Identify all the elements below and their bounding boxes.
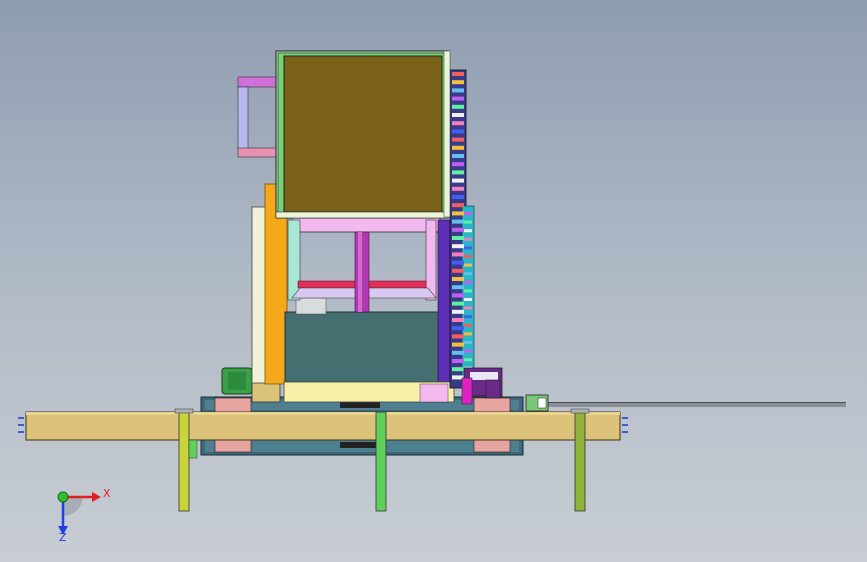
chain-link [464, 298, 472, 301]
chain-link [452, 121, 464, 126]
chain-link [452, 96, 464, 101]
chain-link [452, 113, 464, 117]
chain-link [464, 306, 472, 310]
chain-link [452, 137, 464, 142]
chain-link [464, 246, 472, 250]
chain-link [452, 252, 464, 257]
chain-link [464, 289, 472, 293]
chain-link [452, 145, 464, 150]
chain-link [452, 301, 464, 306]
chain-link [464, 358, 472, 362]
chain-link [452, 186, 464, 191]
coordinate-triad: X Z [57, 487, 111, 544]
chain-link [464, 315, 472, 319]
chain-link [452, 342, 464, 347]
chain-link [452, 72, 464, 76]
chain-link [464, 255, 472, 258]
chain-link [452, 211, 464, 216]
chain-link [452, 367, 464, 372]
chain-link [464, 323, 472, 327]
chain-link [452, 359, 464, 363]
x-axis-arrowhead [92, 492, 101, 502]
chain-link [452, 318, 464, 322]
chain-link [452, 219, 464, 224]
base-beam [18, 411, 628, 441]
chain-link [452, 178, 464, 183]
chain-link [464, 280, 472, 284]
chain-link [452, 203, 464, 208]
chain-link [464, 349, 472, 353]
chain-link [464, 272, 472, 276]
chain-link [452, 334, 464, 339]
chain-link [452, 309, 464, 314]
chain-link [452, 170, 464, 175]
chain-link [464, 220, 472, 224]
chain-link [452, 260, 464, 265]
chain-link [452, 88, 464, 93]
chain-link [464, 237, 472, 241]
chain-link [452, 326, 464, 331]
chain-link [452, 285, 464, 290]
chain-link [452, 104, 464, 109]
chain-link [452, 195, 464, 199]
left-end-bolts [18, 417, 24, 433]
cad-model-front-view: X Z [18, 50, 846, 544]
chain-link [452, 162, 464, 167]
chain-link [452, 277, 464, 281]
z-axis-label: Z [59, 531, 67, 544]
chain-link [452, 350, 464, 355]
chain-link [452, 129, 464, 134]
chain-link [464, 332, 472, 336]
cad-viewport[interactable]: X Z [0, 0, 867, 562]
conveyor-rail [525, 394, 846, 412]
chain-link [452, 268, 464, 273]
chain-link [464, 212, 472, 215]
chain-link [464, 341, 472, 344]
chain-link [452, 293, 464, 298]
chain-link [452, 227, 464, 232]
x-axis-label: X [103, 487, 111, 500]
chain-link [452, 244, 464, 249]
y-axis-dot [57, 491, 69, 503]
right-end-bolts [622, 417, 628, 433]
chain-link [464, 263, 472, 267]
chain-link [452, 80, 464, 85]
chain-link [464, 229, 472, 233]
chain-link [452, 154, 464, 158]
chain-link [452, 236, 464, 240]
